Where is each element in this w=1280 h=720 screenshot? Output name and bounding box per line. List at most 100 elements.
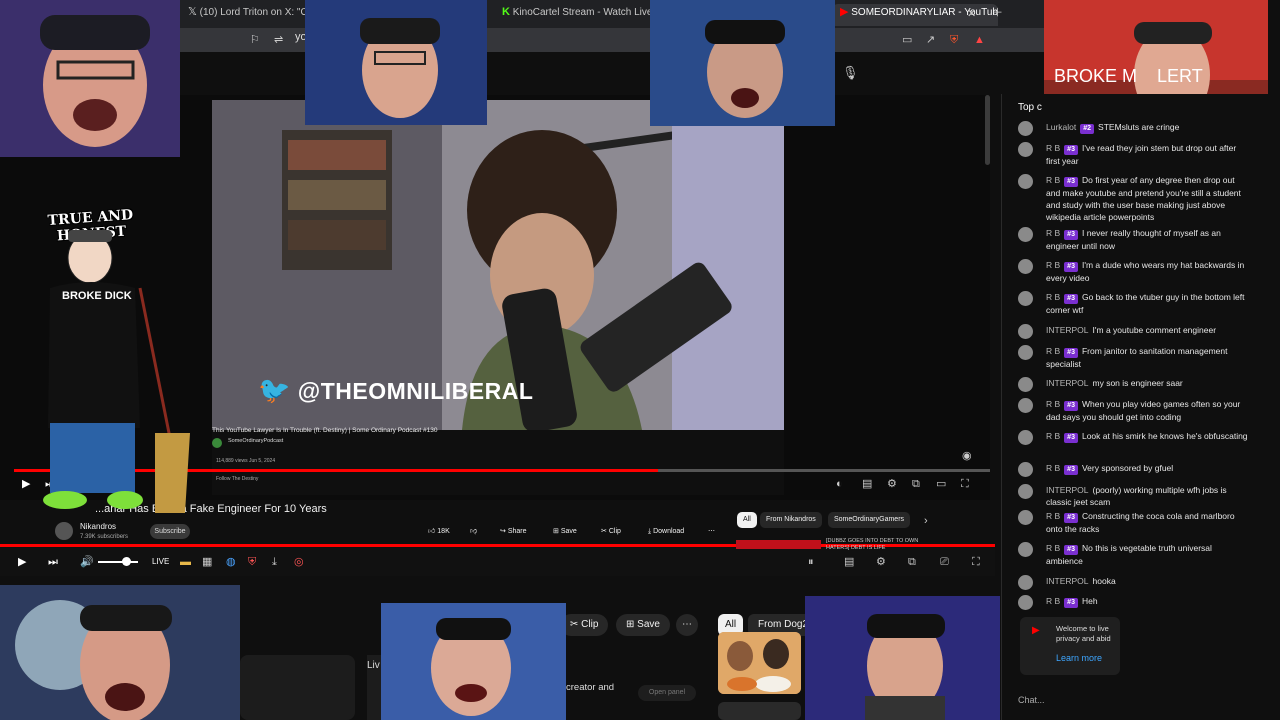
play-icon[interactable]: ▶ — [18, 555, 26, 569]
chat-author[interactable]: Lurkalot — [1046, 122, 1076, 132]
tune-icon[interactable]: ⇌ — [274, 33, 283, 47]
record-icon[interactable]: ◎ — [294, 555, 304, 569]
download-icon: ⤓ — [648, 528, 652, 535]
share-button[interactable]: ↪ Share — [500, 523, 527, 540]
scrollbar[interactable] — [985, 95, 990, 165]
chat-message: R B #3 I've read they join stem but drop o… — [1018, 142, 1248, 167]
lower-more-icon[interactable]: ⋯ — [676, 614, 698, 636]
miniplayer-icon[interactable]: ⧉ — [912, 477, 920, 491]
chat-author[interactable]: INTERPOL — [1046, 576, 1089, 586]
open-panel-button[interactable]: Open panel — [638, 685, 696, 701]
like-button[interactable]: 👍︎ 18K — [428, 523, 450, 540]
captions-icon[interactable]: ▤ — [844, 555, 854, 569]
chat-author[interactable]: R B — [1046, 292, 1060, 302]
fullscreen-icon[interactable]: ⛶ — [961, 477, 969, 491]
browser-icon[interactable]: ◍ — [226, 555, 236, 569]
clip-button[interactable]: ✂ Clip — [601, 523, 621, 540]
chat-author[interactable]: R B — [1046, 463, 1060, 473]
user-avatar[interactable] — [1018, 291, 1033, 306]
volume-knob[interactable] — [122, 557, 131, 566]
user-avatar[interactable] — [1018, 227, 1033, 242]
tab-kinocartel[interactable]: K KinoCartel Stream - Watch Live on K — [502, 4, 652, 26]
lower-save-button[interactable]: ⊞ Save — [616, 614, 670, 636]
settings-icon[interactable]: ⚙ — [876, 555, 886, 569]
bookmark-icon[interactable]: ⚐ — [250, 33, 260, 47]
user-avatar[interactable] — [1018, 398, 1033, 413]
user-avatar[interactable] — [1018, 462, 1033, 477]
cast-icon[interactable]: ⎚ — [940, 555, 949, 569]
clip-label: Clip — [608, 528, 621, 535]
tab-lord-triton[interactable]: 𝕏 (10) Lord Triton on X: "One of Jim — [188, 4, 313, 26]
chat-author[interactable]: R B — [1046, 596, 1060, 606]
user-avatar[interactable] — [1018, 174, 1033, 189]
chat-author[interactable]: R B — [1046, 399, 1060, 409]
lower-clip-button[interactable]: ✂ Clip — [560, 614, 609, 636]
fullscreen-icon[interactable]: ⛶ — [972, 555, 980, 569]
user-avatar[interactable] — [1018, 259, 1033, 274]
chat-author[interactable]: R B — [1046, 346, 1060, 356]
autoplay-toggle-icon[interactable]: ◐ — [836, 477, 843, 491]
shield-icon[interactable]: ⛨ — [248, 555, 256, 569]
miniplayer-icon[interactable]: ⧉ — [908, 555, 916, 569]
chip-from-channel[interactable]: From Nikandros — [760, 512, 822, 528]
user-avatar[interactable] — [1018, 595, 1033, 610]
channel-avatar[interactable] — [55, 522, 73, 540]
user-avatar[interactable] — [1018, 121, 1033, 136]
volume-icon[interactable]: 🔊 — [80, 555, 94, 569]
download-button[interactable]: ⤓ Download — [648, 523, 684, 540]
user-avatar[interactable] — [1018, 430, 1033, 445]
new-tab-icon[interactable]: ＋ — [992, 6, 1003, 20]
chat-author[interactable]: R B — [1046, 511, 1060, 521]
screenshot-icon[interactable]: ▭ — [902, 33, 912, 47]
next-icon[interactable]: ⏭ — [48, 555, 58, 569]
chat-author[interactable]: R B — [1046, 143, 1060, 153]
user-avatar[interactable] — [1018, 510, 1033, 525]
download-icon[interactable]: ⤓ — [272, 555, 277, 569]
chat-author[interactable]: R B — [1046, 228, 1060, 238]
settings-icon[interactable]: ⚙ — [887, 477, 897, 491]
user-avatar[interactable] — [1018, 575, 1033, 590]
chevron-right-icon[interactable]: › — [924, 514, 928, 528]
pause-toggle-icon[interactable]: ⏸ — [808, 555, 814, 569]
chat-author[interactable]: R B — [1046, 260, 1060, 270]
chat-author[interactable]: R B — [1046, 543, 1060, 553]
theater-icon[interactable]: ▭ — [936, 477, 946, 491]
dislike-button[interactable]: 👎︎ — [470, 523, 477, 540]
chat-mode-selector[interactable]: Top c — [1018, 102, 1042, 113]
chat-author[interactable]: INTERPOL — [1046, 325, 1089, 335]
chat-author[interactable]: R B — [1046, 175, 1060, 185]
more-actions-icon[interactable]: ⋯ — [708, 523, 715, 540]
folder-icon[interactable]: ▬ — [180, 555, 191, 569]
chat-message-body: R B #3 Go back to the vtuber guy in the bo… — [1046, 291, 1248, 316]
visibility-icon[interactable]: ◉ — [962, 449, 972, 463]
volume-slider[interactable] — [98, 561, 138, 563]
chat-author[interactable]: INTERPOL — [1046, 378, 1089, 388]
rewards-icon[interactable]: ▲ — [974, 33, 985, 47]
app-icon[interactable]: ▦ — [202, 555, 212, 569]
thumbnail-food[interactable] — [718, 632, 801, 694]
user-avatar[interactable] — [1018, 345, 1033, 360]
learn-more-link[interactable]: Learn more — [1056, 653, 1102, 663]
chat-author[interactable]: INTERPOL — [1046, 485, 1089, 495]
close-tab-icon[interactable]: ✕ — [967, 7, 976, 21]
save-button[interactable]: ⊞ Save — [553, 523, 577, 540]
share-icon[interactable]: ↗ — [926, 33, 935, 47]
user-avatar[interactable] — [1018, 324, 1033, 339]
thumbnail-2[interactable] — [718, 702, 801, 720]
chat-input[interactable]: Chat... — [1018, 690, 1118, 710]
subscribe-button[interactable]: Subscribe — [150, 524, 190, 539]
channel-name[interactable]: Nikandros — [80, 522, 116, 531]
chat-author[interactable]: R B — [1046, 431, 1060, 441]
user-avatar[interactable] — [1018, 484, 1033, 499]
user-avatar[interactable] — [1018, 142, 1033, 157]
chat-message-body: R B #3 When you play video games often so … — [1046, 398, 1248, 423]
user-avatar[interactable] — [1018, 542, 1033, 557]
microphone-icon[interactable]: 🎙 — [842, 66, 859, 80]
chip-all[interactable]: All — [737, 512, 757, 528]
user-avatar[interactable] — [1018, 377, 1033, 392]
captions-icon[interactable]: ▤ — [862, 477, 872, 491]
brave-shield-icon[interactable]: ⛨ — [950, 33, 958, 47]
chip-someordinarygamers[interactable]: SomeOrdinaryGamers — [828, 512, 911, 528]
rank-badge: #3 — [1064, 545, 1078, 555]
embedded-title: This YouTube Lawyer Is In Trouble (ft. D… — [212, 427, 438, 434]
